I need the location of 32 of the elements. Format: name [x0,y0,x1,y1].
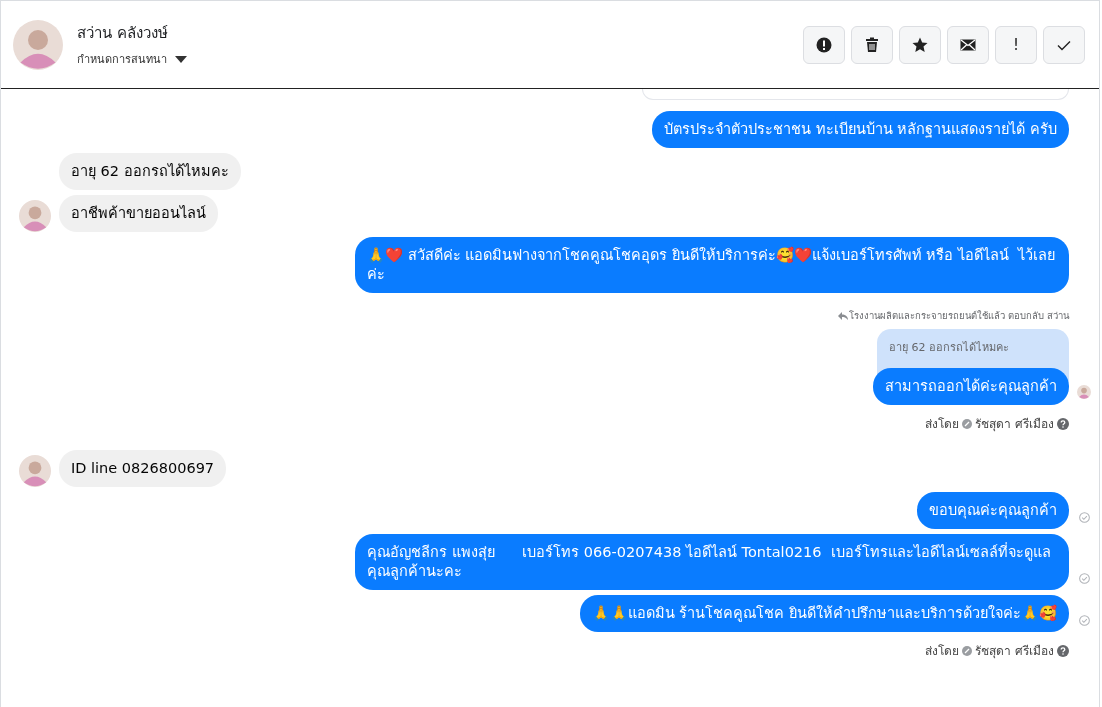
sent-by-label: ส่งโดย [925,643,960,660]
contact-name: สว่าน คลังวงษ์ [77,23,169,44]
message-bubble: บัตรประจำตัวประชาชน ทะเบียนบ้าน หลักฐานแสดงรายได้ ครับ [652,111,1069,148]
trash-button[interactable] [851,25,893,64]
help-icon[interactable] [1057,417,1069,430]
help-icon[interactable] [1057,644,1069,657]
message-bubble: ขอบคุณค่ะคุณลูกค้า [917,492,1069,529]
reply-note: โรงงานผลิตและกระจายรถยนต์ใช้แล้ว ตอบกลับ สว่าน [848,309,1069,323]
trash-icon [864,36,880,53]
message-bubble: อายุ 62 ออกรถได้ไหมคะ [59,153,241,190]
star-icon [912,36,928,53]
message-bubble: อาชีพค้าขายออนไลน์ [59,195,218,232]
agent-name: รัชสุดา ศรีเมือง [975,643,1054,660]
agent-name: รัชสุดา ศรีเมือง [975,416,1054,433]
conversation-dropdown[interactable]: กำหนดการสนทนา [77,50,187,68]
mail-button[interactable] [947,25,989,64]
star-button[interactable] [899,25,941,64]
sent-by-label: ส่งโดย [925,416,960,433]
alert-button[interactable]: ! [995,25,1037,64]
agent-icon [962,645,973,656]
message-bubble: สามารถออกได้ค่ะคุณลูกค้า [873,368,1069,405]
alert-icon [816,36,832,53]
reply-icon [837,311,848,320]
caret-icon [175,55,187,63]
alert-button[interactable] [803,25,845,64]
agent-icon [962,418,973,429]
message-bubble: คุณอัญชลีกร แพงสุ่ย เบอร์โทร 066-0207438 ไอดีไลน์ Tontal0216 เบอร์โทรและไอดีไลน์เซลล์ที่จะดูแลคุณลูกค้านะคะ [355,534,1069,590]
message-bubble: 🙏🙏แอดมิน ร้านโชคคูณโชค ยินดีให้คำปรึกษาและบริการด้วยใจค่ะ🙏🥰 [579,595,1069,632]
contact-avatar [13,19,63,70]
check-button[interactable] [1043,25,1085,64]
message-bubble: ID line 0826800697 [59,450,227,487]
message-bubble: 🙏❤ สวัสดีค่ะ แอดมินฟางจากโชคคูณโชคอุดร ยินดีให้บริการค่ะ🥰❤แจ้งเบอร์โทรศัพท์ หรือ ไอดีไลน์ ไว้เลยค่ะ [355,237,1069,293]
